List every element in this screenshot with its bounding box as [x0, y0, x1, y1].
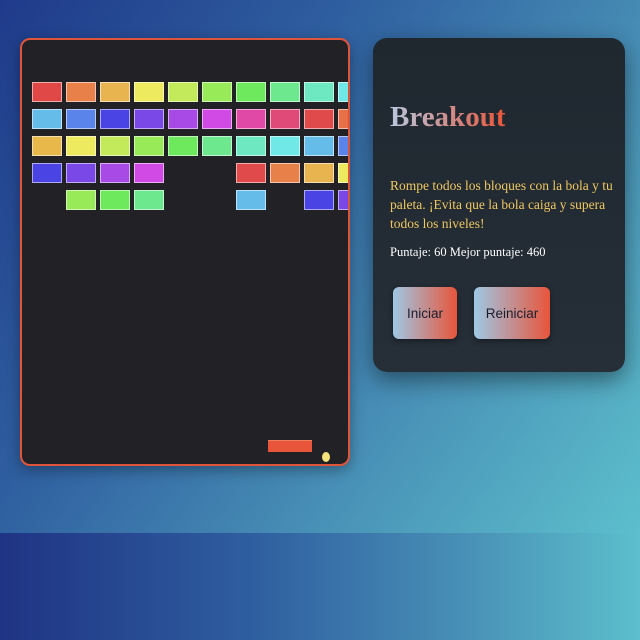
ball: [322, 452, 330, 462]
paddle[interactable]: [268, 440, 312, 452]
brick: [236, 136, 266, 156]
brick: [270, 136, 300, 156]
brick: [32, 109, 62, 129]
brick: [304, 109, 334, 129]
brick: [304, 82, 334, 102]
brick: [338, 163, 348, 183]
brick: [304, 163, 334, 183]
brick: [100, 82, 130, 102]
brick: [202, 82, 232, 102]
brick: [66, 163, 96, 183]
brick: [100, 163, 130, 183]
brick: [236, 109, 266, 129]
game-description: Rompe todos los bloques con la bola y tu…: [390, 178, 613, 231]
brick: [304, 136, 334, 156]
brick: [100, 136, 130, 156]
reset-button[interactable]: Reiniciar: [474, 287, 550, 339]
brick: [100, 109, 130, 129]
brick: [236, 163, 266, 183]
brick: [168, 109, 198, 129]
brick: [168, 82, 198, 102]
start-button[interactable]: Iniciar: [393, 287, 457, 339]
brick: [202, 136, 232, 156]
brick: [338, 109, 348, 129]
brick: [236, 190, 266, 210]
info-panel: Breakout Rompe todos los bloques con la …: [373, 38, 625, 372]
brick: [66, 190, 96, 210]
game-canvas[interactable]: [20, 38, 350, 466]
brick: [270, 82, 300, 102]
brick: [236, 82, 266, 102]
brick: [32, 136, 62, 156]
score-display: Puntaje: 60 Mejor puntaje: 460: [390, 245, 546, 259]
game-title: Breakout: [390, 101, 506, 133]
brick: [32, 82, 62, 102]
brick: [66, 136, 96, 156]
brick: [100, 190, 130, 210]
brick: [304, 190, 334, 210]
brick: [338, 190, 348, 210]
brick: [66, 82, 96, 102]
brick: [338, 82, 348, 102]
brick: [32, 163, 62, 183]
background-footer-band: [0, 533, 640, 640]
brick: [270, 163, 300, 183]
brick: [134, 136, 164, 156]
brick: [66, 109, 96, 129]
brick: [168, 136, 198, 156]
brick: [134, 163, 164, 183]
brick: [134, 82, 164, 102]
brick: [134, 109, 164, 129]
brick: [270, 109, 300, 129]
brick: [202, 109, 232, 129]
brick: [338, 136, 348, 156]
brick: [134, 190, 164, 210]
